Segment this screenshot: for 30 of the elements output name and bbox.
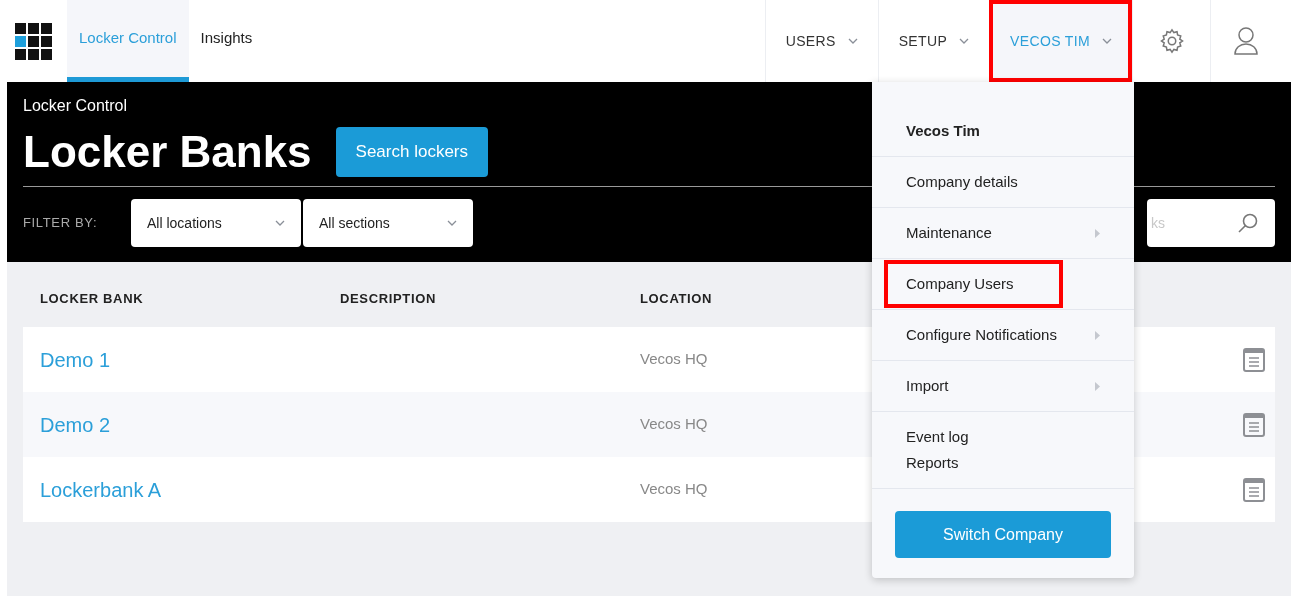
caret-right-icon xyxy=(1095,381,1100,391)
user-icon xyxy=(1232,26,1259,56)
menu-heading: Vecos Tim xyxy=(905,120,981,141)
chevron-down-icon xyxy=(447,220,457,226)
filter-label: FILTER BY: xyxy=(23,214,99,233)
chevron-down-icon xyxy=(275,220,285,226)
caret-right-icon xyxy=(1095,228,1100,238)
filter-dropdown[interactable]: All locations xyxy=(131,199,301,247)
page-title: Locker Banks xyxy=(23,126,312,178)
nav-tab[interactable]: Insights xyxy=(188,0,265,82)
location-cell-text: Vecos HQ xyxy=(640,414,708,435)
column-header: LOCKER BANK xyxy=(39,289,145,308)
search-icon xyxy=(1237,212,1259,234)
chevron-down-icon xyxy=(959,38,970,44)
caret-right-icon xyxy=(1095,330,1100,340)
column-header: LOCATION xyxy=(640,289,713,308)
document-icon[interactable] xyxy=(1243,477,1265,502)
breadcrumb: Locker Control xyxy=(23,96,129,116)
chevron-down-icon xyxy=(847,38,858,44)
chevron-down-icon xyxy=(1102,38,1112,44)
menu-item[interactable]: Event log xyxy=(888,424,1118,450)
menu-item[interactable]: Company details xyxy=(888,169,1118,195)
location-cell-text: Vecos HQ xyxy=(640,349,708,370)
document-icon[interactable] xyxy=(1243,412,1265,437)
document-icon[interactable] xyxy=(1243,347,1265,372)
grid-logo-icon[interactable] xyxy=(15,22,52,60)
location-cell-text: Vecos HQ xyxy=(640,479,708,500)
column-header: DESCRIPTION xyxy=(340,289,437,308)
menu-item[interactable]: Maintenance xyxy=(888,220,1118,246)
filter-dropdown[interactable]: All sections xyxy=(303,199,473,247)
